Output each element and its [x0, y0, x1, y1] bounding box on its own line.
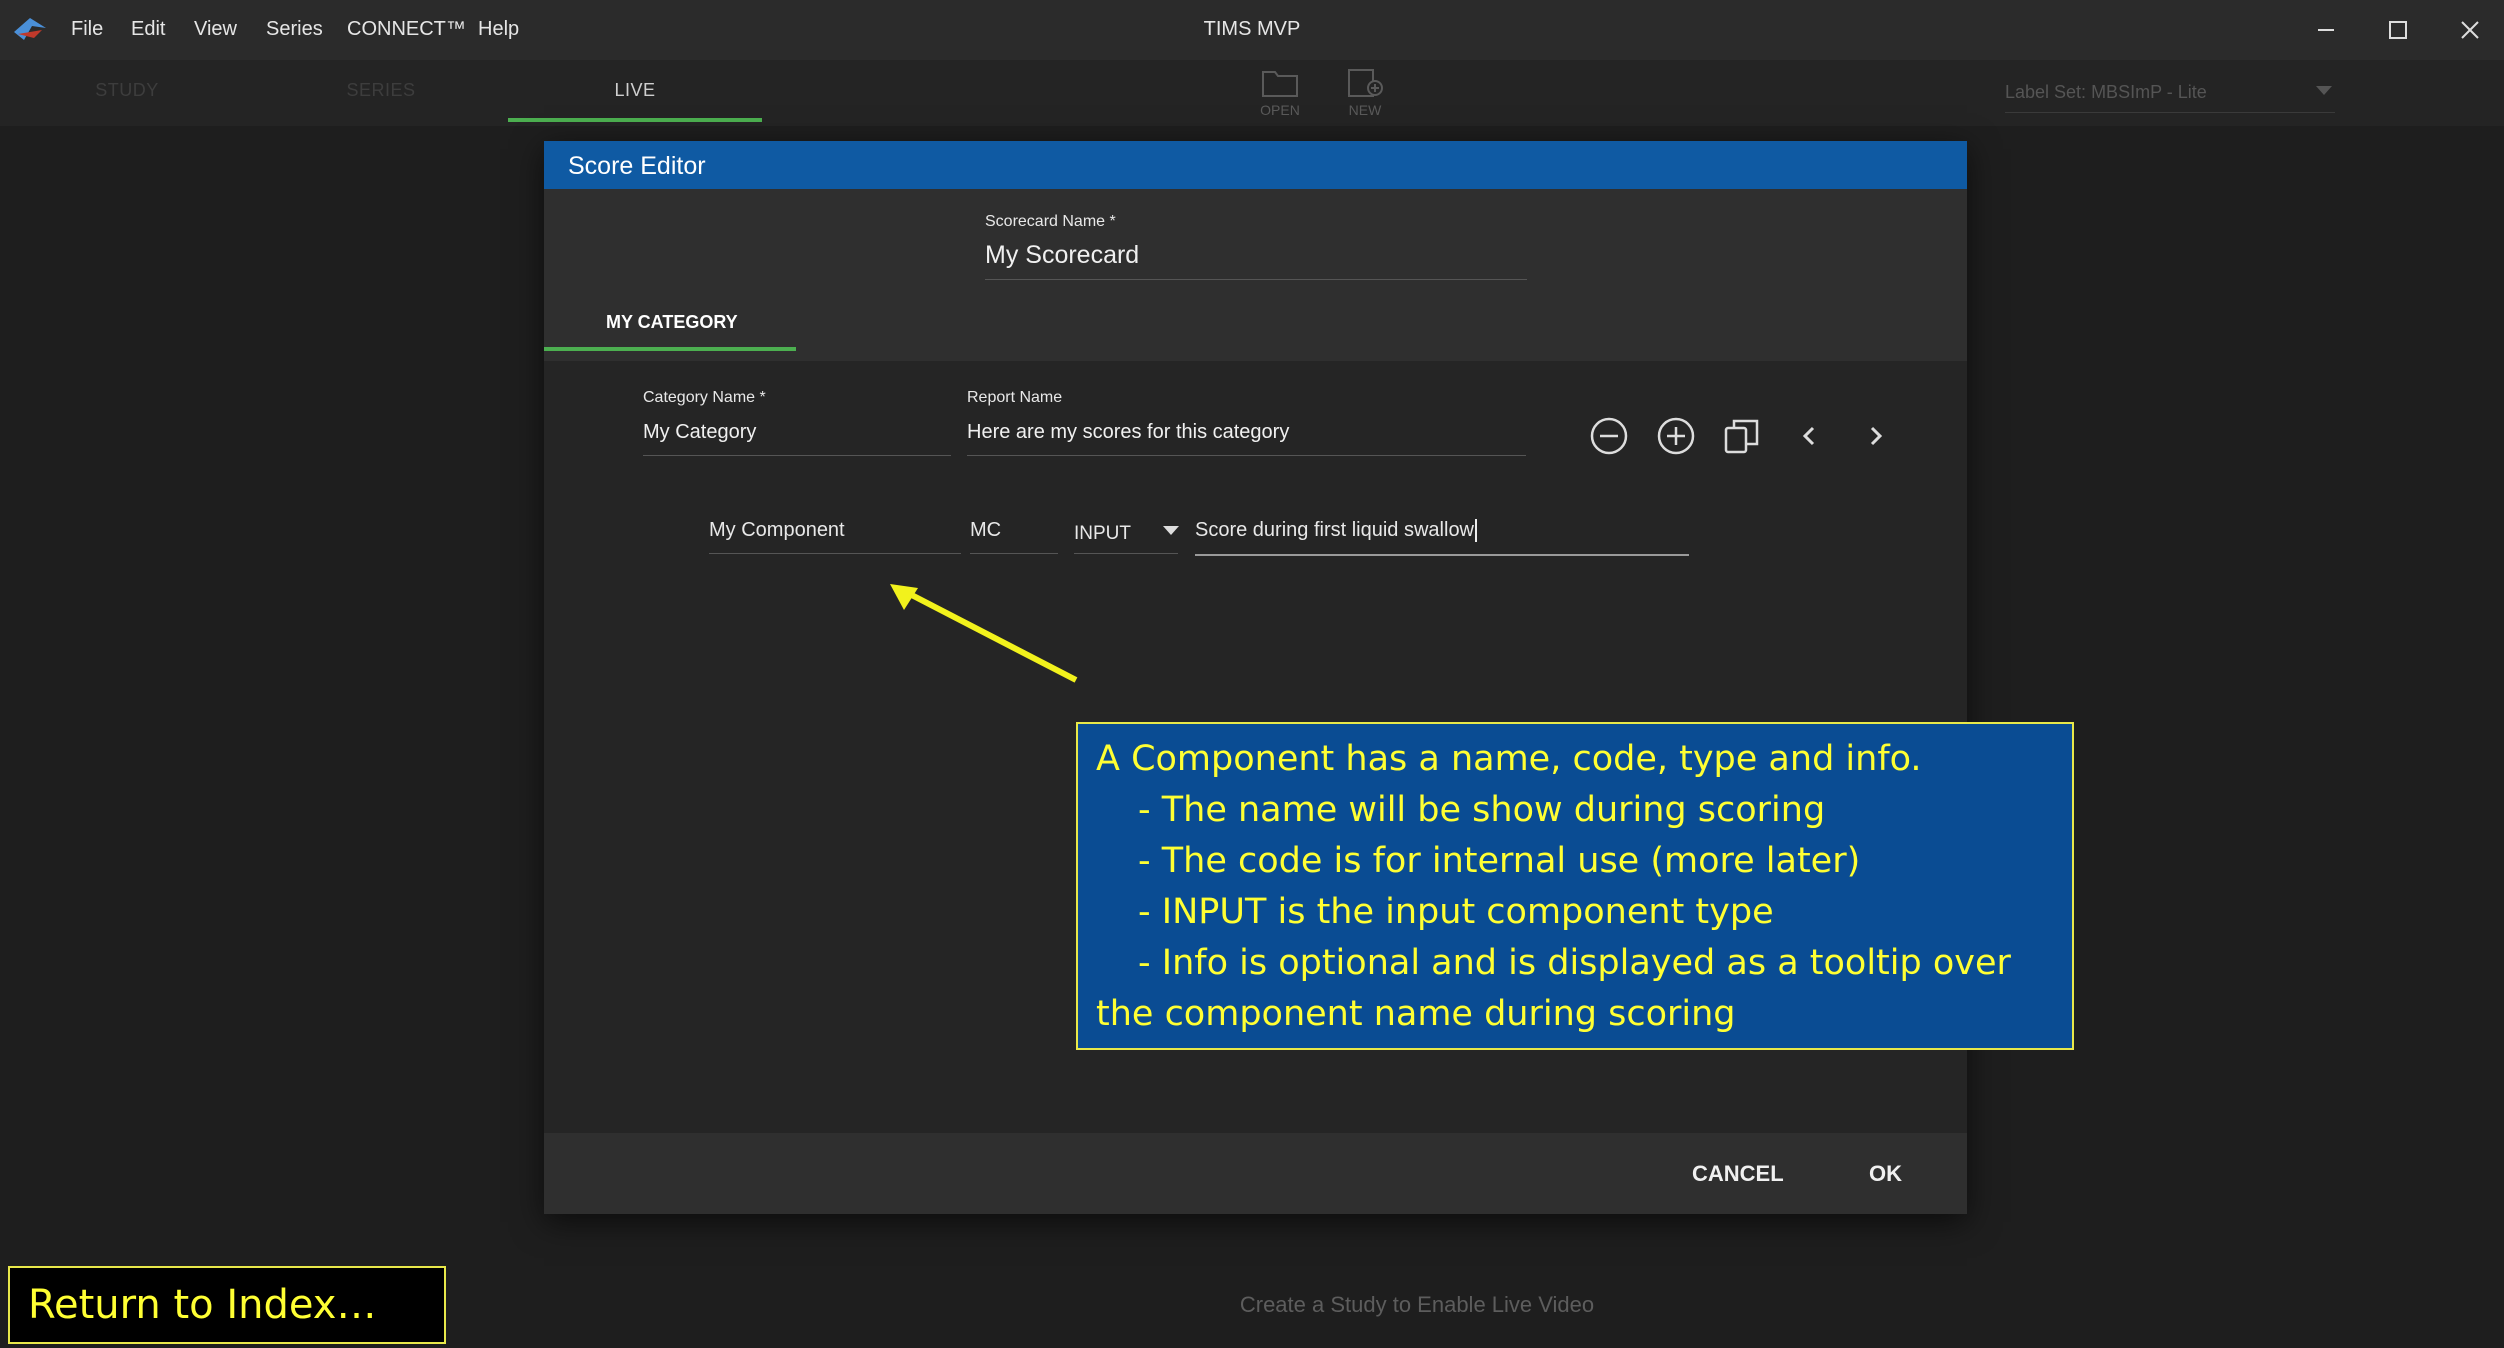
- maximize-button[interactable]: [2378, 12, 2418, 48]
- annotation-line: - The name will be show during scoring: [1138, 790, 1826, 830]
- open-label: OPEN: [1260, 102, 1300, 118]
- component-code-input[interactable]: MC: [970, 519, 1001, 542]
- label-set-select[interactable]: Label Set: MBSImP - Lite: [2005, 82, 2207, 103]
- chevron-left-icon[interactable]: [1787, 414, 1831, 458]
- label-set-underline: [2005, 112, 2335, 113]
- scorecard-section: [544, 189, 1967, 361]
- new-label: NEW: [1348, 102, 1382, 118]
- score-editor-dialog: Score Editor Scorecard Name * My Scoreca…: [544, 141, 1967, 1214]
- dialog-title: Score Editor: [568, 152, 706, 180]
- report-name-label: Report Name: [967, 389, 1063, 406]
- category-name-underline: [643, 455, 951, 456]
- component-type-select[interactable]: INPUT: [1074, 523, 1131, 545]
- copy-icon[interactable]: [1720, 414, 1764, 458]
- component-name-underline: [709, 553, 961, 554]
- new-button[interactable]: NEW: [1330, 60, 1400, 144]
- annotation-box: A Component has a name, code, type and i…: [1076, 722, 2074, 1050]
- tab-my-category[interactable]: MY CATEGORY: [606, 312, 738, 333]
- annotation-line: - Info is optional and is displayed as a…: [1138, 943, 2011, 983]
- category-name-input[interactable]: My Category: [643, 421, 756, 444]
- scorecard-name-label: Scorecard Name *: [985, 213, 1116, 230]
- ok-button[interactable]: OK: [1869, 1161, 1902, 1187]
- dropdown-arrow-icon[interactable]: [2316, 86, 2332, 95]
- tab-live[interactable]: LIVE: [508, 80, 762, 101]
- component-name-input[interactable]: My Component: [709, 519, 845, 542]
- dialog-header: Score Editor: [544, 141, 1967, 189]
- scorecard-name-input[interactable]: My Scorecard: [985, 241, 1139, 270]
- maximize-icon: [2389, 21, 2407, 39]
- title-bar: File Edit View Series CONNECT™ Help TIMS…: [0, 0, 2504, 62]
- minimize-icon: [2318, 29, 2334, 31]
- folder-open-icon: [1262, 71, 1298, 97]
- open-button[interactable]: OPEN: [1245, 60, 1315, 144]
- annotation-line: - INPUT is the input component type: [1138, 892, 1774, 932]
- remove-circle-icon[interactable]: [1587, 414, 1631, 458]
- add-circle-icon[interactable]: [1654, 414, 1698, 458]
- category-name-label: Category Name *: [643, 389, 766, 406]
- report-name-input[interactable]: Here are my scores for this category: [967, 421, 1289, 444]
- tab-study[interactable]: STUDY: [0, 80, 254, 101]
- close-icon: [2461, 21, 2479, 39]
- live-video-message: Create a Study to Enable Live Video: [1239, 1292, 1595, 1317]
- component-code-underline: [970, 553, 1058, 554]
- type-dropdown-arrow-icon[interactable]: [1163, 526, 1179, 535]
- active-tab-indicator: [508, 118, 762, 122]
- annotation-line: the component name during scoring: [1096, 994, 1736, 1034]
- report-name-underline: [967, 455, 1526, 456]
- cancel-button[interactable]: CANCEL: [1692, 1161, 1784, 1187]
- tab-series[interactable]: SERIES: [254, 80, 508, 101]
- annotation-line: - The code is for internal use (more lat…: [1138, 841, 1861, 881]
- new-study-icon: [1348, 69, 1383, 97]
- pointer-arrow-icon: [890, 584, 1078, 683]
- component-info-underline: [1195, 554, 1689, 556]
- scorecard-name-underline: [985, 279, 1527, 280]
- close-window-button[interactable]: [2450, 12, 2490, 48]
- category-tab-indicator: [544, 347, 796, 351]
- annotation-line: A Component has a name, code, type and i…: [1096, 739, 1922, 779]
- component-type-underline: [1074, 553, 1178, 554]
- component-info-input[interactable]: Score during first liquid swallow: [1195, 519, 1478, 542]
- minimize-button[interactable]: [2306, 12, 2346, 48]
- chevron-right-icon[interactable]: [1854, 414, 1898, 458]
- window-title: TIMS MVP: [1203, 18, 1301, 40]
